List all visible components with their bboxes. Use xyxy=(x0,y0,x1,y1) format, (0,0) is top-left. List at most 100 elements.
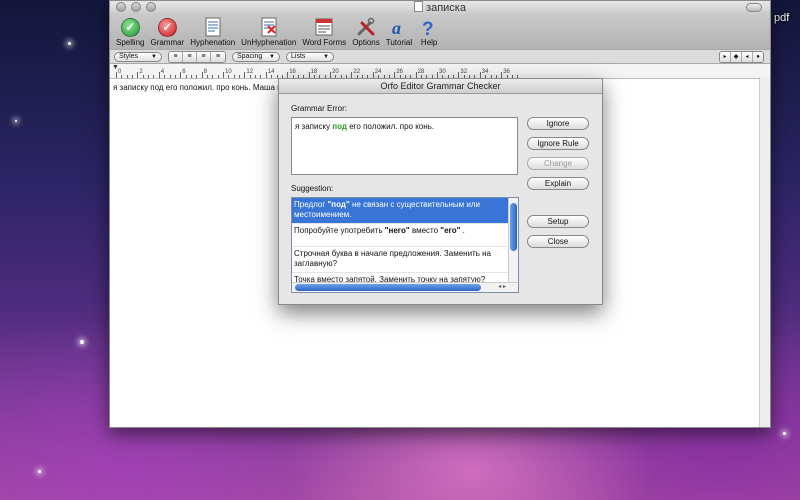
ruler-minor-tick xyxy=(164,75,166,78)
desktop-file-label[interactable]: pdf xyxy=(774,12,789,24)
list-item[interactable]: Строчная буква в начале предложения. Зам… xyxy=(292,247,518,273)
chevron-down-icon: ▼ xyxy=(323,53,329,60)
ignore-rule-button[interactable]: Ignore Rule xyxy=(527,137,589,150)
grammar-error-text[interactable]: я записку под его положил. про конь. xyxy=(291,117,518,175)
help-icon: ? xyxy=(422,19,434,37)
document-text[interactable]: я записку под его положил. про конь. Маш… xyxy=(113,83,284,92)
list-item[interactable]: Предлог "под" не связан с существительны… xyxy=(292,198,518,224)
ruler-minor-tick xyxy=(185,75,187,78)
unhyphenation-button[interactable]: UnHyphenation xyxy=(238,15,299,47)
ruler-major-tick xyxy=(180,72,182,78)
word-forms-button[interactable]: Word Forms xyxy=(299,15,349,47)
document-icon xyxy=(414,1,424,12)
ruler-minor-tick xyxy=(249,75,251,78)
ruler-minor-tick xyxy=(174,75,176,78)
ruler-minor-tick xyxy=(153,75,155,78)
star xyxy=(783,432,786,435)
indent-marker[interactable]: ▼ xyxy=(112,64,119,71)
scroll-arrows[interactable]: ◂ ▸ xyxy=(498,283,506,292)
spelling-label: Spelling xyxy=(116,38,145,47)
suggestion-vertical-scrollbar[interactable] xyxy=(508,198,518,284)
error-highlight: под xyxy=(332,122,347,131)
change-button[interactable]: Change xyxy=(527,157,589,170)
ruler-minor-tick xyxy=(148,75,150,78)
grammar-check-icon: ✓ xyxy=(157,17,177,37)
ruler-minor-tick xyxy=(142,75,144,78)
align-right-button[interactable]: ≡ xyxy=(211,51,225,62)
close-window-button[interactable] xyxy=(116,2,126,12)
hyphenation-button[interactable]: Hyphenation xyxy=(187,15,238,47)
alignment-buttons: ≡ ≡ ≡ ≡ xyxy=(168,50,226,63)
error-text-before: я записку xyxy=(295,122,333,131)
ruler-minor-tick xyxy=(206,75,208,78)
star xyxy=(15,120,17,122)
tab-stop-buttons: ▸ ◆ ◂ ● xyxy=(719,51,764,63)
ruler-minor-tick xyxy=(212,75,214,78)
ruler-minor-tick xyxy=(255,75,257,78)
align-justify-button[interactable]: ≡ xyxy=(197,51,211,62)
star xyxy=(68,42,71,45)
list-item[interactable]: Попробуйте употребить "него" вместо "его… xyxy=(292,224,518,247)
dialog-title[interactable]: Orfo Editor Grammar Checker xyxy=(279,79,602,94)
tutorial-label: Tutorial xyxy=(385,38,413,47)
ruler-major-tick xyxy=(158,72,160,78)
window-titlebar[interactable]: записка xyxy=(110,1,770,15)
toolbar: ✓ Spelling ✓ Grammar Hyphenation UnHyphe… xyxy=(110,15,770,49)
document-scrollbar[interactable] xyxy=(759,77,770,427)
ruler-minor-tick xyxy=(217,75,219,78)
align-left-button[interactable]: ≡ xyxy=(169,51,183,62)
chevron-down-icon: ▼ xyxy=(269,53,275,60)
scroll-thumb[interactable] xyxy=(510,203,517,251)
minimize-window-button[interactable] xyxy=(131,2,141,12)
ruler-minor-tick xyxy=(233,75,235,78)
hyphenation-icon xyxy=(205,17,221,37)
spelling-button[interactable]: ✓ Spelling xyxy=(113,15,147,47)
ruler-minor-tick xyxy=(260,75,262,78)
toolbar-toggle-button[interactable] xyxy=(746,3,762,12)
ignore-button[interactable]: Ignore xyxy=(527,117,589,130)
scroll-thumb[interactable] xyxy=(295,284,481,291)
grammar-error-label: Grammar Error: xyxy=(291,104,347,113)
help-button[interactable]: ? Help xyxy=(415,15,443,47)
ruler-major-tick xyxy=(137,72,139,78)
spacing-label: Spacing xyxy=(237,52,263,60)
tutorial-button[interactable]: a Tutorial xyxy=(383,15,415,47)
decimal-tab-button[interactable]: ● xyxy=(753,52,763,62)
error-text-after: его положил. про конь. xyxy=(347,122,435,131)
center-tab-button[interactable]: ◆ xyxy=(731,52,742,62)
suggestion-horizontal-scrollbar[interactable]: ◂ ▸ xyxy=(292,282,518,292)
zoom-window-button[interactable] xyxy=(146,2,156,12)
ruler-minor-tick xyxy=(271,75,273,78)
spelling-check-icon: ✓ xyxy=(120,17,140,37)
svg-text:a: a xyxy=(392,18,401,37)
suggestion-list: Предлог "под" не связан с существительны… xyxy=(291,197,519,293)
spacing-popup[interactable]: Spacing ▼ xyxy=(232,51,280,62)
options-button[interactable]: Options xyxy=(349,15,383,47)
grammar-checker-dialog: Orfo Editor Grammar Checker Grammar Erro… xyxy=(278,78,603,305)
grammar-button[interactable]: ✓ Grammar xyxy=(147,15,187,47)
styles-popup[interactable]: Styles ▼ xyxy=(114,51,162,62)
unhyphenation-label: UnHyphenation xyxy=(241,38,297,47)
explain-button[interactable]: Explain xyxy=(527,177,589,190)
styles-label: Styles xyxy=(119,52,139,60)
left-tab-button[interactable]: ▸ xyxy=(720,52,731,62)
ruler-minor-tick xyxy=(190,75,192,78)
hyphenation-label: Hyphenation xyxy=(190,38,236,47)
right-tab-button[interactable]: ◂ xyxy=(742,52,753,62)
word-forms-icon xyxy=(315,18,333,36)
chevron-down-icon: ▼ xyxy=(151,53,157,60)
svg-text:?: ? xyxy=(422,19,434,37)
ruler[interactable]: 0 2 4 6 8 10 12 14 16 18 20 22 24 26 28 30 32 34 36 ▼ xyxy=(110,64,770,79)
lists-popup[interactable]: Lists ▼ xyxy=(286,51,334,62)
close-button[interactable]: Close xyxy=(527,235,589,248)
star xyxy=(80,340,84,344)
lists-label: Lists xyxy=(291,52,306,60)
setup-button[interactable]: Setup xyxy=(527,215,589,228)
format-bar: Styles ▼ ≡ ≡ ≡ ≡ Spacing ▼ Lists ▼ ▸ ◆ ◂ ● xyxy=(110,49,770,64)
ruler-major-tick xyxy=(265,72,267,78)
ruler-minor-tick xyxy=(196,75,198,78)
unhyphenation-icon xyxy=(261,17,277,37)
window-controls xyxy=(116,2,156,12)
align-center-button[interactable]: ≡ xyxy=(183,51,197,62)
tools-icon xyxy=(357,17,375,36)
